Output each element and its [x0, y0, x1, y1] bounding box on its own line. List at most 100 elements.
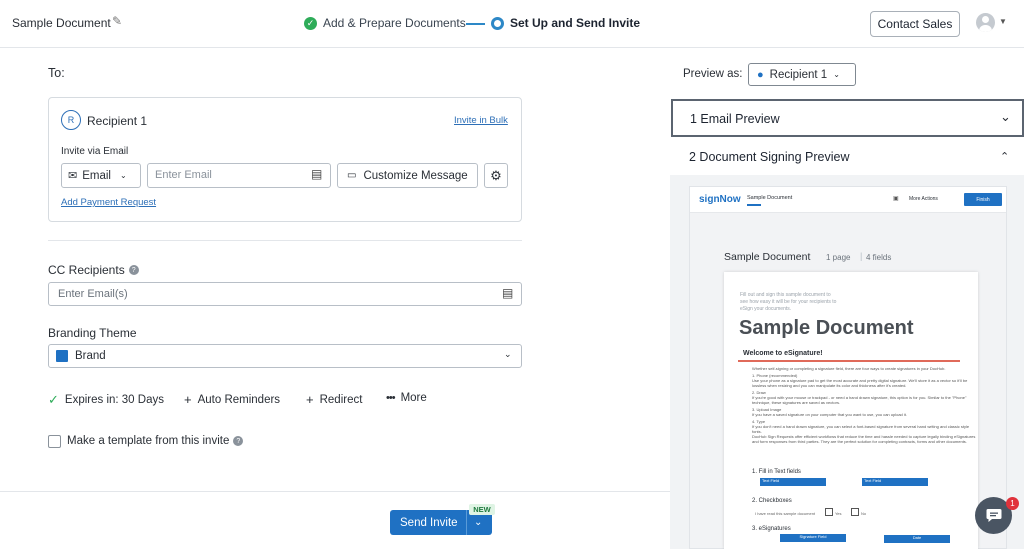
person-icon: ● — [757, 68, 764, 81]
envelope-icon: ✉ — [68, 170, 78, 182]
date-field: Date — [884, 535, 950, 543]
document-preview-title: 2 Document Signing Preview — [689, 150, 850, 164]
chevron-down-icon[interactable]: ▼ — [999, 17, 1007, 26]
contact-sales-button[interactable]: Contact Sales — [870, 11, 960, 37]
to-label: To: — [48, 66, 65, 80]
doc-tab: Sample Document — [747, 195, 793, 201]
avatar[interactable] — [976, 13, 995, 32]
delivery-method-select[interactable]: ✉ Email ⌄ — [61, 163, 141, 188]
current-step-icon — [491, 16, 504, 30]
split-divider — [466, 510, 467, 535]
recipient-name: Recipient 1 — [87, 114, 148, 128]
invite-via-label: Invite via Email — [61, 146, 129, 157]
add-payment-request-link[interactable]: Add Payment Request — [61, 197, 156, 208]
instruction-text: If you don't need a hand drawn signature… — [752, 424, 970, 434]
notification-icon: ▣ — [893, 196, 899, 202]
document-page: Fill out and sign this sample document t… — [724, 272, 978, 549]
brand-logo: signNow — [699, 194, 741, 205]
more-actions: More Actions — [909, 196, 938, 202]
preview-recipient-select[interactable]: ● Recipient 1 ⌄ — [748, 63, 856, 86]
method-label: Email — [82, 169, 111, 182]
send-invite-label: Send Invite — [400, 516, 458, 529]
text-field: Text Field — [760, 478, 826, 486]
checkbox-no — [851, 508, 859, 516]
preview-recipient-label: Recipient 1 — [769, 68, 828, 81]
message-icon: ▭ — [347, 170, 357, 181]
intro-line: eSign your documents. — [740, 306, 792, 312]
finish-button: Finish — [964, 193, 1002, 206]
preview-toolbar: signNow Sample Document ▣ More Actions F… — [690, 187, 1006, 213]
checkmark-icon: ✓ — [48, 392, 59, 407]
document-title[interactable]: Sample Document — [12, 16, 111, 30]
more-dots-icon: ••• — [386, 392, 396, 404]
brand-color-swatch — [56, 350, 68, 362]
email-preview-accordion[interactable]: 1 Email Preview ⌄ — [671, 99, 1024, 137]
top-header: Sample Document ✎ ✓ Add & Prepare Docume… — [0, 0, 1024, 48]
expires-option[interactable]: ✓ Expires in: 30 Days — [48, 392, 164, 408]
step-label: Add & Prepare Documents — [323, 16, 466, 30]
help-icon[interactable]: ? — [128, 265, 139, 275]
instruction-text: If you're good with your mouse or trackp… — [752, 395, 967, 405]
instruction-text: Whether self-signing or completing a sig… — [752, 366, 946, 371]
intro-line: Fill out and sign this sample document t… — [740, 292, 831, 298]
reminders-label: Auto Reminders — [197, 393, 281, 406]
preview-as-label: Preview as: — [683, 68, 743, 80]
text-field: Text Field — [862, 478, 928, 486]
instructions: Whether self-signing or completing a sig… — [752, 366, 976, 479]
divider — [48, 240, 522, 241]
chevron-down-icon[interactable]: ⌄ — [474, 517, 482, 528]
recipient-initial: R — [61, 110, 81, 130]
cc-label-row: CC Recipients ? — [48, 263, 139, 277]
welcome-underline — [738, 360, 960, 362]
customize-label: Customize Message — [363, 169, 468, 182]
customize-message-button[interactable]: ▭ Customize Message — [337, 163, 478, 188]
branding-label: Branding Theme — [48, 326, 137, 340]
step-send-invite: Set Up and Send Invite — [491, 16, 640, 30]
auto-reminders-option[interactable]: + Auto Reminders — [184, 392, 280, 407]
meta-separator: | — [860, 251, 863, 261]
checkbox-text: I have read this sample document — [755, 511, 816, 516]
chevron-down-icon: ⌄ — [833, 70, 840, 79]
chevron-down-icon: ⌄ — [1000, 109, 1011, 124]
preview-fields: 4 fields — [866, 253, 892, 262]
template-label: Make a template from this invite — [67, 435, 230, 447]
template-checkbox[interactable] — [48, 435, 61, 448]
gear-icon[interactable]: ⚙ — [484, 163, 508, 188]
more-option[interactable]: ••• More — [386, 392, 427, 404]
footer-divider — [0, 491, 670, 492]
new-badge: NEW — [469, 504, 495, 515]
preview-pages: 1 page — [826, 253, 851, 262]
template-label-row: Make a template from this invite ? — [67, 435, 244, 447]
section-esignatures: 3. eSignatures — [752, 526, 791, 532]
step-add-prepare[interactable]: ✓ Add & Prepare Documents — [304, 16, 466, 30]
tab-underline — [747, 204, 761, 206]
section-fill-text: 1. Fill in Text fields — [752, 469, 801, 475]
chat-notification-badge: 1 — [1006, 497, 1019, 510]
cc-input[interactable]: Enter Email(s) ▤ — [48, 282, 522, 306]
branding-select[interactable]: Brand ⌄ — [48, 344, 522, 368]
step-label: Set Up and Send Invite — [510, 16, 641, 30]
paper-heading: Sample Document — [739, 317, 914, 339]
help-icon[interactable]: ? — [233, 436, 244, 446]
branding-value: Brand — [75, 350, 106, 362]
plus-icon: + — [306, 392, 314, 407]
redirect-option[interactable]: + Redirect — [306, 392, 362, 407]
signature-field: Signature Field — [780, 534, 846, 542]
chat-icon — [986, 509, 1001, 522]
step-connector — [466, 23, 485, 25]
document-preview-accordion[interactable]: 2 Document Signing Preview ⌃ — [670, 137, 1024, 175]
invite-in-bulk-link[interactable]: Invite in Bulk — [454, 115, 508, 126]
chevron-down-icon: ⌄ — [504, 349, 512, 359]
cc-placeholder: Enter Email(s) — [58, 288, 128, 300]
address-book-icon[interactable]: ▤ — [311, 167, 322, 181]
address-book-icon[interactable]: ▤ — [502, 286, 513, 300]
checkbox-yes — [825, 508, 833, 516]
chevron-down-icon: ⌄ — [119, 171, 127, 180]
section-checkboxes: 2. Checkboxes — [752, 498, 792, 504]
welcome-heading: Welcome to eSignature! — [743, 350, 823, 357]
plus-icon: + — [184, 392, 192, 407]
intro-line: see how easy it will be for your recipie… — [740, 299, 837, 305]
instruction-text: DocHub Sign Requests offer efficient wor… — [752, 434, 976, 444]
pencil-icon[interactable]: ✎ — [112, 14, 122, 28]
email-input[interactable]: Enter Email ▤ — [147, 163, 331, 188]
